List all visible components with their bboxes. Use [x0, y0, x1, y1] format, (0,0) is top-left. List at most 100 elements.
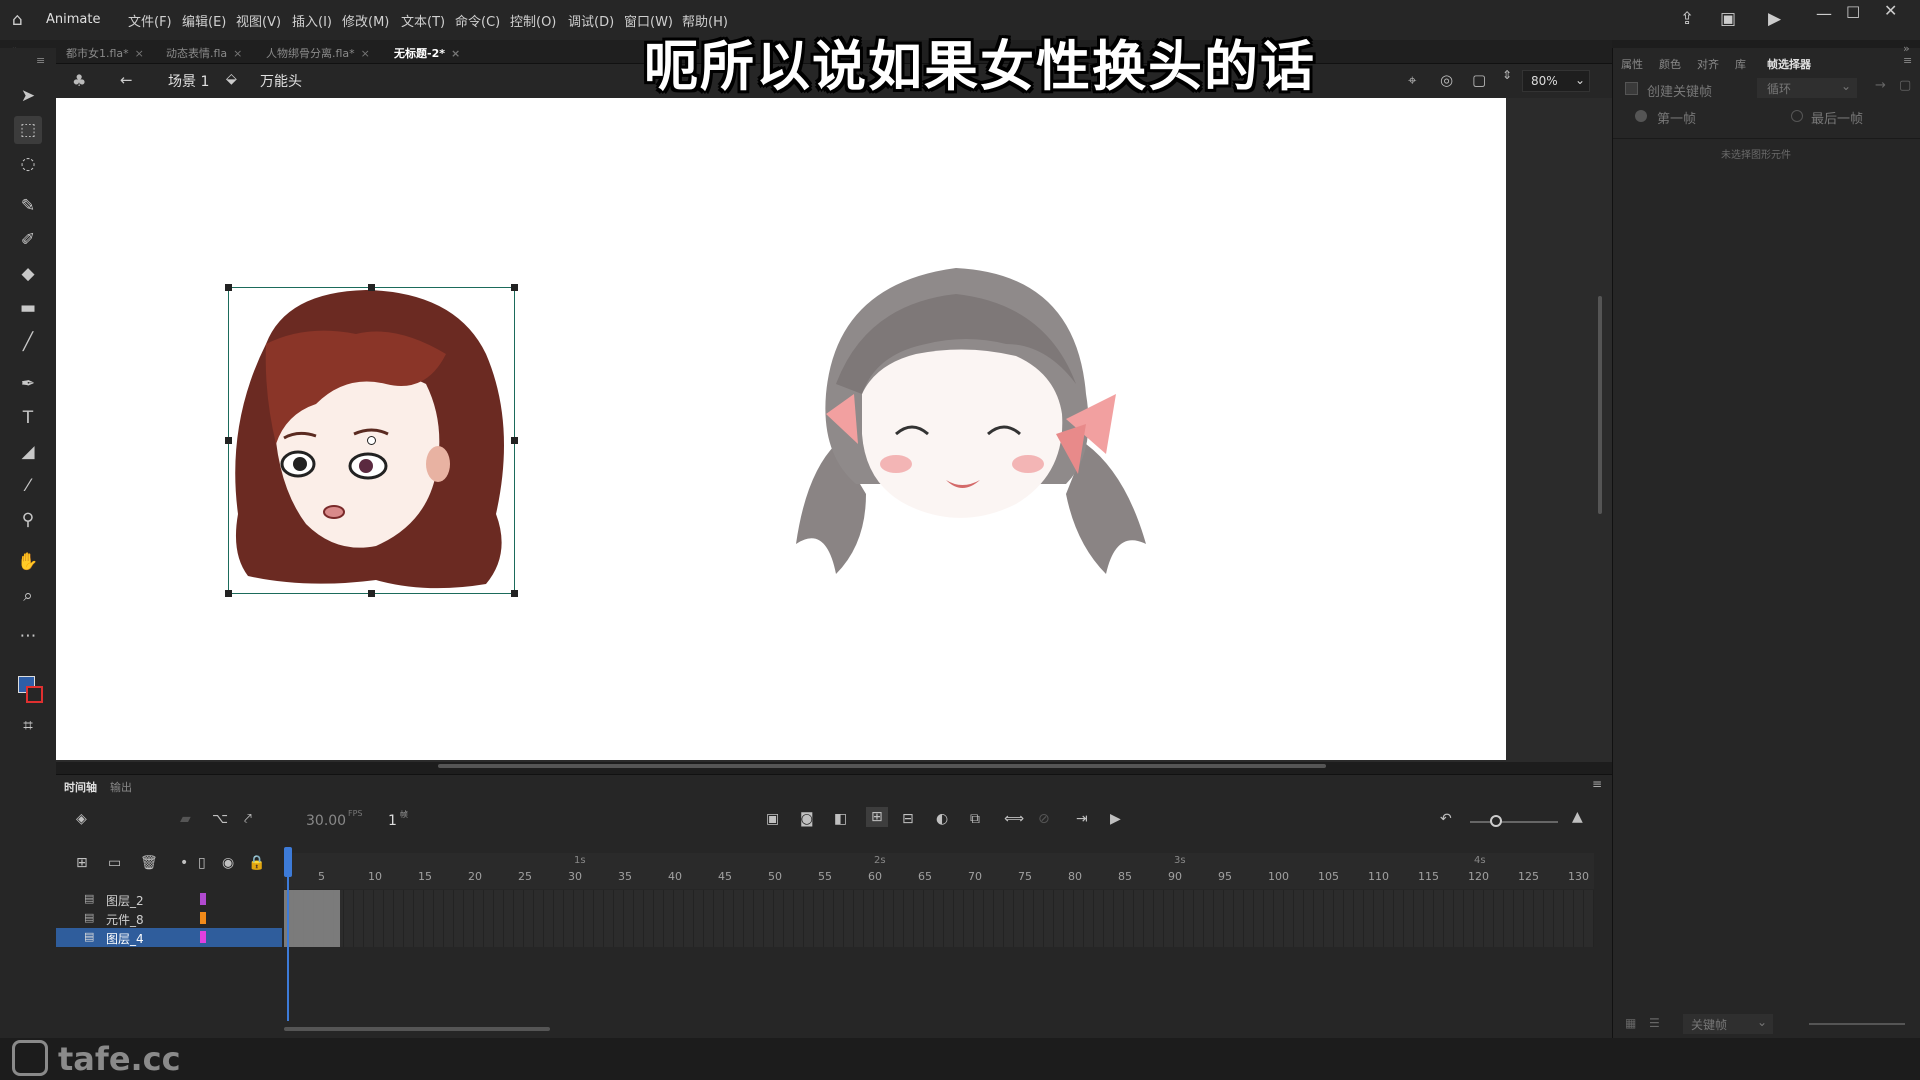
brush-tool-icon[interactable]: ✎ — [14, 192, 42, 220]
menu-commands[interactable]: 命令(C) — [455, 11, 500, 30]
first-frame-radio[interactable] — [1635, 110, 1647, 122]
current-frame-value[interactable]: 1 — [388, 813, 397, 829]
pen-tool-icon[interactable]: ✒ — [14, 370, 42, 398]
grid-view-icon[interactable]: ▦ — [1625, 1016, 1636, 1030]
free-transform-tool-icon[interactable]: ⬚ — [14, 116, 42, 144]
snap-icon[interactable]: ⌗ — [14, 712, 42, 740]
timeline-hscrollbar[interactable] — [284, 1027, 550, 1031]
parent-layer-icon[interactable]: ⌥ — [212, 811, 228, 827]
transform-handle[interactable] — [511, 590, 518, 597]
menu-view[interactable]: 视图(V) — [236, 11, 281, 30]
maximize-icon[interactable]: □ — [1846, 2, 1860, 20]
keyframe-icon[interactable]: ▣ — [766, 811, 779, 827]
clear-frames-icon[interactable]: ⊟ — [902, 811, 914, 827]
camera-icon[interactable]: ◎ — [1440, 71, 1453, 89]
doc-tab-4[interactable]: 无标题-2* × — [394, 45, 460, 61]
workspace-icon[interactable]: ▣ — [1720, 9, 1736, 29]
menu-control[interactable]: 控制(O) — [510, 11, 556, 30]
playhead[interactable] — [284, 847, 292, 877]
graph-icon[interactable]: ⤤ — [244, 811, 252, 827]
share-icon[interactable]: ⇪ — [1680, 9, 1694, 29]
close-tab-icon[interactable]: × — [233, 47, 242, 60]
close-tab-icon[interactable]: × — [361, 47, 370, 60]
thumbnail-size-slider[interactable] — [1809, 1023, 1905, 1025]
close-tab-icon[interactable]: × — [135, 47, 144, 60]
paint-brush-icon[interactable]: ✐ — [14, 226, 42, 254]
layer-color-swatch[interactable] — [200, 931, 206, 943]
menu-text[interactable]: 文本(T) — [401, 11, 445, 30]
auto-keyframe-icon[interactable]: ⊞ — [866, 807, 888, 827]
create-keyframe-checkbox[interactable] — [1625, 82, 1638, 95]
keyframe-select[interactable]: 关键帧 ⌄ — [1683, 1014, 1773, 1034]
layer-row[interactable]: ▤ 元件_8 — [56, 909, 282, 928]
layers-icon[interactable]: ◈ — [76, 811, 87, 827]
transform-handle[interactable] — [368, 284, 375, 291]
eraser-tool-icon[interactable]: ◆ — [14, 260, 42, 288]
pin-tool-icon[interactable]: ⚲ — [14, 506, 42, 534]
fit-frames-icon[interactable]: ▲ — [1572, 809, 1583, 825]
frame-zoom-slider[interactable] — [1470, 821, 1558, 823]
arrow-right-icon[interactable]: → — [1875, 78, 1886, 93]
list-view-icon[interactable]: ☰ — [1649, 1016, 1660, 1030]
delete-frame-icon[interactable]: ▢ — [1899, 78, 1911, 93]
transform-handle[interactable] — [368, 590, 375, 597]
stage-vertical-scrollbar[interactable] — [1598, 296, 1602, 514]
zoom-select[interactable]: 80% ⌄ — [1522, 70, 1590, 92]
zoom-tool-icon[interactable]: ⌕ — [14, 582, 42, 610]
menu-file[interactable]: 文件(F) — [128, 11, 172, 30]
rotate-icon[interactable]: ⇕ — [1502, 68, 1512, 82]
tab-library[interactable]: 库 — [1735, 56, 1746, 72]
outline-icon[interactable]: ▯ — [198, 855, 206, 871]
camera-icon[interactable]: ▰ — [180, 811, 191, 827]
stage-horizontal-scrollbar[interactable] — [438, 764, 1326, 768]
layer-row-selected[interactable]: ▤ 图层_4 — [56, 928, 282, 947]
hand-tool-icon[interactable]: ✋ — [14, 548, 42, 576]
scene-breadcrumb[interactable]: 场景 1 — [168, 71, 209, 91]
symbol-breadcrumb[interactable]: 万能头 — [260, 71, 302, 91]
step-forward-icon[interactable]: ⇥ — [1076, 811, 1088, 827]
close-tab-icon[interactable]: × — [451, 47, 460, 60]
transform-point[interactable] — [367, 436, 376, 445]
blank-keyframe-icon[interactable]: ◙ — [800, 811, 814, 827]
tab-properties[interactable]: 属性 — [1621, 56, 1643, 72]
home-icon[interactable]: ⌂ — [12, 10, 23, 30]
panel-menu-icon[interactable]: ≡ — [1903, 54, 1912, 67]
frame-icon[interactable]: ◧ — [834, 811, 847, 827]
onion-skin-icon[interactable]: ◐ — [936, 811, 948, 827]
lock-layers-icon[interactable]: 🔒 — [248, 855, 265, 871]
tab-output[interactable]: 输出 — [110, 779, 132, 795]
transform-handle[interactable] — [225, 590, 232, 597]
fill-color-swatch[interactable] — [26, 686, 43, 703]
back-arrow-icon[interactable]: ← — [120, 71, 133, 89]
hide-layers-icon[interactable]: ◉ — [222, 855, 234, 871]
edit-multiple-frames-icon[interactable]: ⧉ — [970, 811, 980, 827]
more-tools-icon[interactable]: ⋯ — [14, 622, 42, 650]
line-tool-icon[interactable]: ╱ — [14, 328, 42, 356]
frame-span[interactable] — [284, 890, 340, 947]
rectangle-tool-icon[interactable]: ▬ — [14, 294, 42, 322]
highlight-icon[interactable]: • — [180, 855, 188, 871]
eyedropper-icon[interactable]: ⁄ — [14, 472, 42, 500]
frames-grid[interactable] — [284, 890, 1594, 947]
center-stage-icon[interactable]: ⌖ — [1408, 71, 1416, 89]
paint-bucket-icon[interactable]: ◢ — [14, 438, 42, 466]
last-frame-radio[interactable] — [1791, 110, 1803, 122]
undo-icon[interactable]: ↶ — [1440, 811, 1452, 827]
transform-handle[interactable] — [511, 284, 518, 291]
new-folder-icon[interactable]: ▭ — [108, 855, 121, 871]
layer-row[interactable]: ▤ 图层_2 — [56, 890, 282, 909]
layer-color-swatch[interactable] — [200, 912, 206, 924]
tab-frame-picker[interactable]: 帧选择器 — [1767, 56, 1811, 72]
play-icon[interactable]: ▶ — [1110, 811, 1121, 827]
minimize-icon[interactable]: — — [1816, 4, 1832, 23]
tab-align[interactable]: 对齐 — [1697, 56, 1719, 72]
menu-modify[interactable]: 修改(M) — [342, 11, 389, 30]
doc-tab-1[interactable]: 都市女1.fla* × — [66, 45, 144, 61]
layer-name[interactable]: 图层_2 — [106, 892, 144, 909]
tab-timeline[interactable]: 时间轴 — [64, 779, 97, 795]
doc-tab-2[interactable]: 动态表情.fla × — [166, 45, 242, 61]
transform-handle[interactable] — [225, 437, 232, 444]
selection-tool-icon[interactable]: ➤ — [14, 82, 42, 110]
edit-symbols-icon[interactable]: ♣ — [72, 71, 86, 90]
frame-zoom-thumb[interactable] — [1490, 815, 1502, 827]
